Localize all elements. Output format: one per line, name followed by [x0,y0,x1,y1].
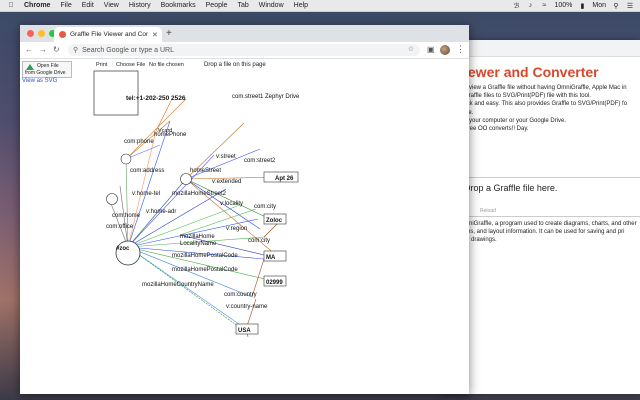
tab-title: Graffle File Viewer and Conver [70,31,148,38]
background-intro: o view a Graffle file without having Omn… [464,84,627,133]
clock-day[interactable]: Mon [592,2,606,9]
image-placeholder-box [93,70,139,116]
v-home-adr-label: v:home-adr [146,209,176,215]
background-browser-window: iewer and Converter o view a Graffle fil… [440,40,640,394]
close-tab-icon[interactable]: ✕ [152,31,158,39]
mozilla-homestreet2-label: mozillaHomeStreet2 [172,191,227,197]
close-window-button[interactable] [27,30,34,37]
v-extended-label: v:extended [212,179,241,185]
zoc-label: #zoc [116,246,130,252]
page-content: Open File from Google Drive View as SVG … [20,59,469,394]
bookmark-star-icon[interactable]: ☆ [408,45,414,53]
usa-value-label: USA [238,328,251,334]
browser-window: Graffle File Viewer and Conver ✕ + ← → ↻… [20,25,469,394]
com-country-label: com:country [224,292,257,298]
mozilla-country-label: mozillaHomeCountryName [142,282,214,288]
intro-line: Free OO converts!! Day. [464,126,529,133]
com-home-label: com:home [112,213,141,219]
battery-percent: 100% [554,2,573,9]
profile-avatar[interactable] [440,45,450,55]
browser-toolbar: ← → ↻ ⚲ Search Google or type a URL ☆ ▣ … [20,42,469,59]
com-city-label: com:city [254,204,276,210]
drop-zone-heading[interactable]: Drop a Graffle file here. [464,183,557,193]
divider [464,177,640,178]
homestreet-label: homeStreet [190,168,221,174]
phone-node [120,153,132,165]
divider [464,216,640,217]
background-page-title: iewer and Converter [464,64,599,80]
tab-strip: Graffle File Viewer and Conver ✕ + [20,25,469,42]
bluetooth-icon[interactable]: ℬ [512,2,520,10]
reload-icon[interactable]: ↻ [53,45,60,54]
mozilla-postal-label-1: mozillaHomePostalCode [172,253,238,259]
edge [185,178,275,222]
wifi-icon[interactable]: ≈ [540,2,548,9]
v-street-label: v:street [216,154,236,160]
minimize-window-button[interactable] [38,30,45,37]
menu-people[interactable]: People [206,2,228,9]
battery-icon[interactable]: ▮ [578,2,586,10]
street-value-label: com.street1 Zephyr Drive [232,94,300,100]
menu-view[interactable]: View [104,2,119,9]
volume-icon[interactable]: ♪ [526,2,534,9]
mozilla-home-label: mozillaHome [180,234,215,240]
desc-line: zes, and layout information. It can be u… [464,229,625,236]
search-icon: ⚲ [73,47,79,54]
home-node [106,193,118,205]
new-tab-button[interactable]: + [166,28,172,39]
v-country-name-label: v:country-name [226,304,268,310]
address-bar[interactable]: ⚲ Search Google or type a URL ☆ [68,44,420,56]
intro-line: lick and easy. This also provides Graffl… [464,101,628,108]
desc-line: mniGraffle, a program used to create dia… [464,221,637,227]
address-node [180,173,192,185]
intro-line: n your computer or your Google Drive. [464,117,567,124]
menu-bar:  Chrome File Edit View History Bookmark… [0,0,640,12]
com-phone-label: com:phone [124,139,154,145]
more-menu-icon[interactable]: ⋮ [456,44,465,55]
favicon-icon [59,31,66,38]
graffle-diagram: tel:+1-202-250 2526 com.street1 Zephyr D… [93,70,300,338]
locality-name-label: LocalityName [180,241,217,247]
homephone-label: homePhone [154,132,187,138]
search-icon[interactable]: ⚲ [612,2,620,10]
contact-node [115,240,141,266]
menu-help[interactable]: Help [294,2,308,9]
menu-window[interactable]: Window [259,2,284,9]
apt-value-label: Apt 26 [275,176,294,182]
com-office-label: com:office [106,224,134,230]
edge [127,246,247,330]
menu-file[interactable]: File [60,2,71,9]
background-toolbar [440,40,640,57]
background-description: mniGraffle, a program used to create dia… [464,220,637,245]
com-address-label: com:address [130,168,164,174]
v-home-tel-label: v:home-tel [132,191,160,197]
com-city2-label: com:city [248,238,270,244]
edge [125,144,161,160]
street-value-text: com.street1 Zephyr Drive [232,94,300,100]
menu-app-name[interactable]: Chrome [24,2,50,9]
phone-value-label: tel:+1-202-250 2526 [126,95,186,102]
ma-value-label: MA [266,255,276,261]
mozilla-postal-label-2: mozillaHomePostalCode [172,267,238,273]
menu-bookmarks[interactable]: Bookmarks [161,2,196,9]
forward-icon[interactable]: → [39,45,47,54]
com-street2-label: com:street2 [244,158,276,164]
v-locality-label: v:locality [220,201,243,207]
menu-edit[interactable]: Edit [82,2,94,9]
address-placeholder: Search Google or type a URL [82,46,174,54]
tab-graffle-viewer[interactable]: Graffle File Viewer and Conver ✕ [54,27,162,42]
menu-tab[interactable]: Tab [237,2,248,9]
menu-list-icon[interactable]: ☰ [626,2,634,10]
reload-button[interactable]: Reload [480,208,496,214]
menu-history[interactable]: History [129,2,151,9]
v-region-label: v:region [226,226,247,232]
back-icon[interactable]: ← [25,45,33,54]
apple-icon[interactable]:  [6,2,16,9]
cast-icon[interactable]: ▣ [427,45,435,54]
intro-line: Graffle files to SVG/Print(PDF) file wit… [464,93,591,100]
edge [127,246,243,330]
intro-line: o view a Graffle file without having Omn… [464,85,627,91]
zip-value-label: 02999 [266,280,283,286]
zoloc-value-label: Zoloc [266,218,283,224]
